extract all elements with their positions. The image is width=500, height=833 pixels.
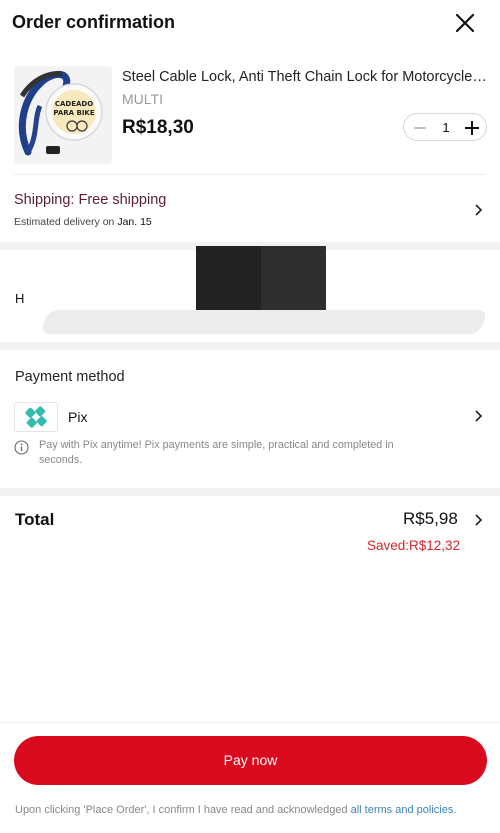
pix-logo [14,402,58,432]
quantity-stepper: 1 [403,113,487,141]
chevron-right-icon [475,204,483,216]
minus-icon [414,127,426,129]
divider [0,722,500,723]
address-initial: H [15,291,25,306]
section-gap [0,488,500,496]
delivery-prefix: Estimated delivery on [14,216,115,228]
estimated-delivery: Estimated delivery on Jan. 15 [14,216,152,228]
close-icon [455,13,475,33]
quantity-value[interactable]: 1 [437,120,455,135]
delivery-date: Jan. 15 [117,216,152,228]
product-image[interactable]: CADEADO PARA BIKE [14,66,112,164]
shipping-title: Shipping: Free shipping [14,192,167,208]
pix-info-text: Pay with Pix anytime! Pix payments are s… [39,439,394,466]
pix-icon [25,406,47,428]
info-icon [14,440,29,455]
svg-text:CADEADO: CADEADO [55,100,93,108]
divider [14,174,486,175]
page-title: Order confirmation [12,12,176,32]
redacted-area [196,246,326,310]
address-section[interactable]: H [0,246,500,342]
section-gap [0,342,500,350]
total-label: Total [15,510,55,529]
terms-prefix: Upon clicking 'Place Order', I confirm I… [15,804,351,816]
decrease-quantity-button[interactable] [410,118,430,138]
close-button[interactable] [452,10,478,36]
total-value[interactable]: R$5,98 [403,509,458,529]
product-card: CADEADO PARA BIKE Steel Cable Lock, Anti… [0,62,500,172]
payment-method-title: Payment method [15,369,125,385]
product-price: R$18,30 [122,117,194,138]
increase-quantity-button[interactable] [461,117,483,139]
cable-lock-image: CADEADO PARA BIKE [14,66,112,164]
chevron-right-icon [475,410,483,422]
header: Order confirmation [0,0,500,46]
saved-amount: Saved:R$12,32 [367,538,461,553]
shipping-row[interactable]: Shipping: Free shipping Estimated delive… [0,180,500,236]
payment-method-label: Pix [68,409,88,425]
plus-icon [465,121,479,135]
chevron-right-icon[interactable] [473,513,483,527]
pay-now-button[interactable]: Pay now [14,736,487,785]
payment-option-pix[interactable]: Pix [0,398,500,434]
terms-notice: Upon clicking 'Place Order', I confirm I… [15,804,456,816]
product-name[interactable]: Steel Cable Lock, Anti Theft Chain Lock … [122,69,488,85]
svg-text:PARA BIKE: PARA BIKE [53,109,95,117]
redacted-address [39,310,489,334]
terms-link[interactable]: all terms and policies. [351,804,457,816]
product-variant: MULTI [122,91,163,107]
